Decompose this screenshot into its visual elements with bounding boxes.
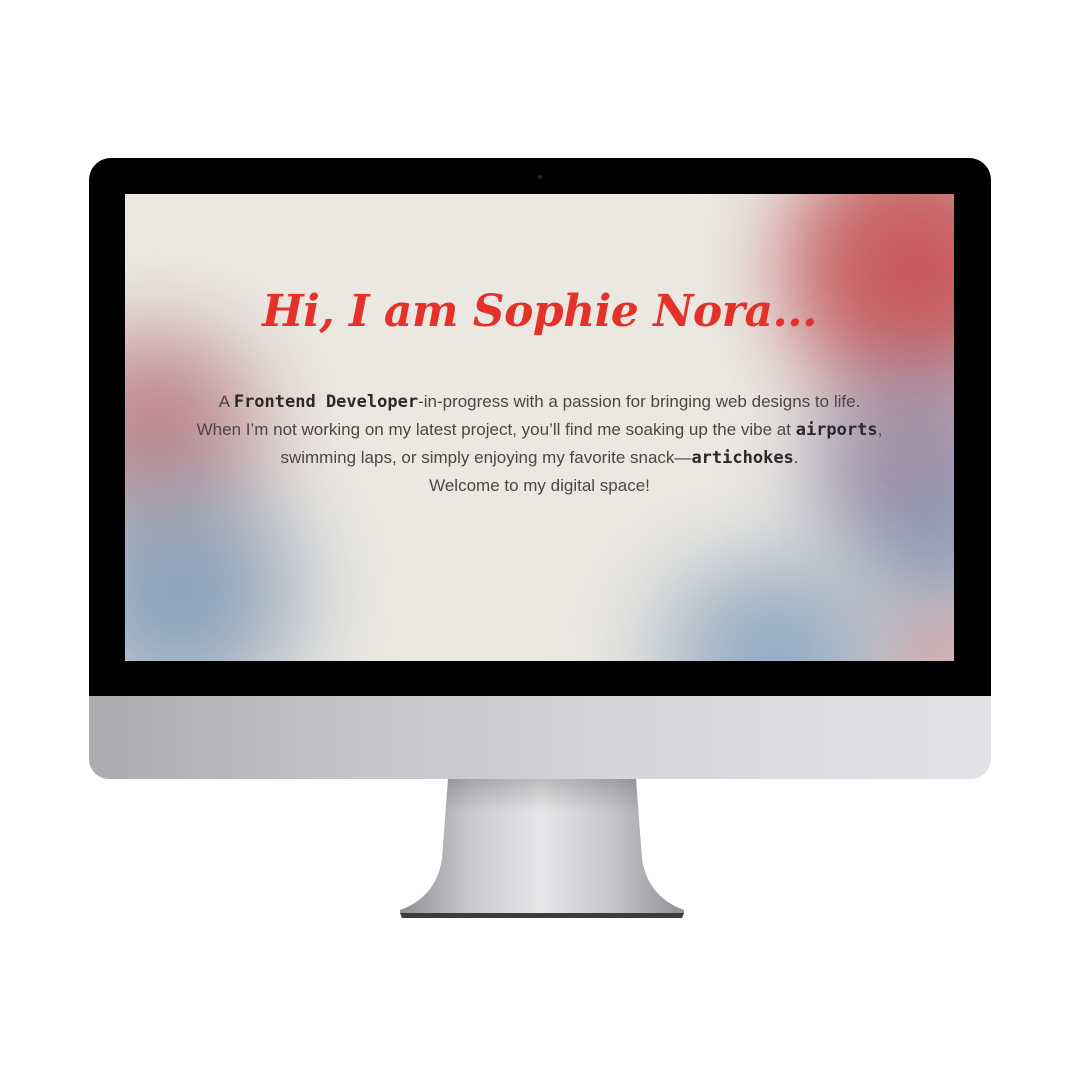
camera-icon [538,175,542,179]
intro-text: -in-progress with a passion for bringing… [418,392,861,411]
monitor-stand [400,779,684,918]
intro-text: When I’m not working on my latest projec… [196,420,796,439]
intro-text: . [793,448,799,467]
intro-text: A [218,392,234,411]
artichokes-highlight: artichokes [691,448,794,468]
intro-line: A Frontend Developer-in-progress with a … [125,388,954,416]
role-highlight: Frontend Developer [233,392,419,412]
hero-heading: Hi, I am Sophie Nora... [262,286,817,337]
intro-line: When I’m not working on my latest projec… [125,416,954,444]
welcome-line: Welcome to my digital space! [429,476,650,495]
intro-text: , [877,420,883,439]
website-screen: Hi, I am Sophie Nora... A Frontend Devel… [125,194,954,661]
monitor-mockup: Hi, I am Sophie Nora... A Frontend Devel… [0,0,1080,1080]
intro-text: swimming laps, or simply enjoying my fav… [280,448,692,467]
intro-paragraph: A Frontend Developer-in-progress with a … [125,388,954,499]
monitor-chin [89,696,991,779]
airports-highlight: airports [795,420,878,440]
intro-line: swimming laps, or simply enjoying my fav… [125,444,954,472]
